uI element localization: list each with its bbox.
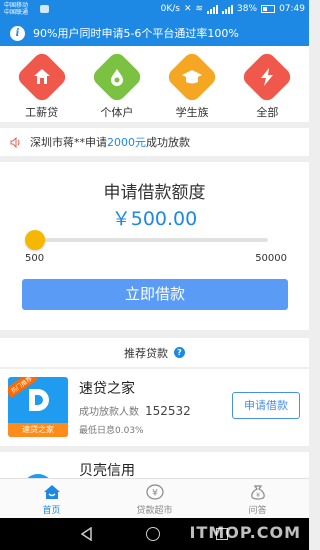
tab-loan-market[interactable]: ¥ 贷款超市 bbox=[103, 479, 206, 518]
home-nav-icon[interactable] bbox=[146, 527, 160, 541]
watermark: ITMOP.COM bbox=[189, 523, 301, 542]
category-student[interactable]: 学生族 bbox=[162, 50, 222, 122]
money-bag-icon: ¥ bbox=[250, 485, 265, 500]
signal-icon bbox=[207, 4, 219, 14]
battery-icon bbox=[261, 5, 276, 13]
back-icon[interactable] bbox=[80, 527, 94, 541]
carrier-2: 中国联通 bbox=[4, 9, 29, 16]
borrow-now-button[interactable]: 立即借款 bbox=[22, 279, 288, 310]
battery-percent: 38% bbox=[237, 4, 258, 14]
wifi-icon: ≋ bbox=[195, 4, 204, 14]
loan-amount: ￥500.00 bbox=[111, 208, 198, 230]
notice-bar[interactable]: i 90%用户同时申请5-6个平台通过率100% bbox=[0, 20, 309, 46]
category-salary[interactable]: 工薪贷 bbox=[12, 50, 72, 122]
ticker-amount: 2000元 bbox=[107, 136, 146, 149]
speaker-icon bbox=[10, 136, 22, 148]
drop-icon bbox=[90, 50, 144, 104]
product-logo: 热门推荐 速贷之家 bbox=[8, 377, 68, 437]
tab-home[interactable]: 首页 bbox=[0, 479, 103, 518]
slider-min: 500 bbox=[25, 253, 45, 264]
product-name: 速贷之家 bbox=[79, 381, 135, 397]
graduation-cap-icon bbox=[165, 50, 219, 104]
tab-qa[interactable]: ¥ 问答 bbox=[206, 479, 309, 518]
product-rate: 最低日息0.03% bbox=[79, 426, 144, 436]
status-indicators: 0K/s ✕ ≋ 38% 07:49 bbox=[161, 4, 305, 14]
notice-text: 90%用户同时申请5-6个平台通过率100% bbox=[33, 27, 239, 40]
slider-max: 50000 bbox=[255, 253, 287, 264]
tab-label: 首页 bbox=[42, 506, 61, 516]
tab-label: 问答 bbox=[248, 506, 267, 516]
signal-icon-2 bbox=[222, 4, 234, 14]
system-nav-bar: ITMOP.COM bbox=[0, 518, 309, 550]
loan-title: 申请借款额度 bbox=[103, 183, 206, 203]
amount-slider[interactable] bbox=[25, 230, 268, 250]
product-logo-mark bbox=[29, 389, 49, 411]
product-name-2: 贝壳信用 bbox=[79, 463, 135, 478]
notification-icon bbox=[40, 5, 49, 13]
house-icon bbox=[14, 50, 69, 104]
info-icon: i bbox=[10, 25, 25, 41]
mute-icon: ✕ bbox=[183, 4, 192, 14]
carrier-1: 中国移动 bbox=[4, 2, 29, 9]
slider-thumb[interactable] bbox=[25, 230, 45, 250]
ticker-prefix: 深圳市蒋**申请 bbox=[30, 136, 107, 149]
loan-amount-card: 申请借款额度 ￥500.00 500 50000 立即借款 bbox=[0, 162, 309, 330]
product-item[interactable]: 热门推荐 速贷之家 速贷之家 成功放款人数 152532 最低日息0.03% 申请… bbox=[0, 369, 309, 446]
clock: 07:49 bbox=[279, 4, 305, 14]
recommend-title: 推荐贷款 bbox=[124, 346, 168, 360]
category-label: 工薪贷 bbox=[25, 106, 59, 119]
category-all[interactable]: 全部 bbox=[237, 50, 297, 122]
apply-loan-button[interactable]: 申请借款 bbox=[232, 392, 300, 419]
count-label: 成功放款人数 bbox=[79, 407, 139, 418]
category-self-employed[interactable]: 个体户 bbox=[87, 50, 147, 122]
category-grid: 工薪贷 个体户 学生族 全部 bbox=[0, 46, 309, 122]
category-label: 学生族 bbox=[175, 106, 209, 119]
category-label: 个体户 bbox=[100, 106, 134, 119]
network-speed: 0K/s bbox=[160, 4, 180, 14]
category-label: 全部 bbox=[256, 106, 279, 119]
home-icon bbox=[43, 485, 60, 499]
lightning-icon bbox=[240, 50, 295, 104]
count-value: 152532 bbox=[145, 404, 191, 418]
product-count: 成功放款人数 152532 bbox=[79, 403, 191, 418]
ticker-suffix: 成功放款 bbox=[146, 136, 190, 149]
tab-bar: 首页 ¥ 贷款超市 ¥ 问答 bbox=[0, 478, 309, 518]
logo-caption: 速贷之家 bbox=[8, 423, 68, 437]
svg-text:¥: ¥ bbox=[152, 489, 158, 499]
help-icon[interactable]: ? bbox=[174, 347, 185, 358]
yen-circle-icon: ¥ bbox=[145, 484, 164, 500]
loan-ticker: 深圳市蒋**申请 2000元 成功放款 bbox=[0, 128, 309, 156]
recommend-header: 推荐贷款 ? bbox=[0, 338, 309, 368]
svg-text:¥: ¥ bbox=[256, 492, 260, 499]
tab-label: 贷款超市 bbox=[136, 506, 173, 516]
product-item-2[interactable]: 贝壳信用 bbox=[0, 452, 309, 478]
carrier-labels: 中国移动 中国联通 bbox=[4, 2, 28, 16]
status-bar: 中国移动 中国联通 0K/s ✕ ≋ 38% 07:49 bbox=[0, 0, 309, 20]
